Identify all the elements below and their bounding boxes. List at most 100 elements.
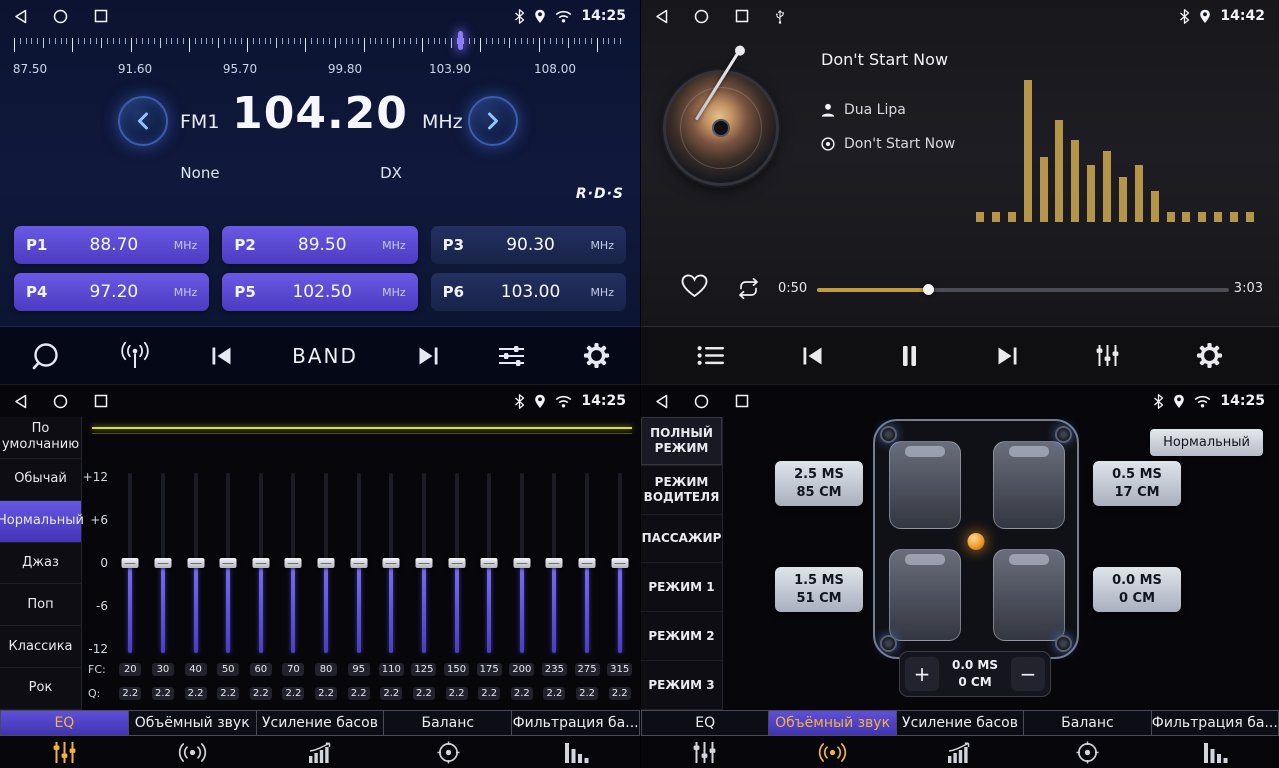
- playlist-button[interactable]: [697, 345, 724, 366]
- eq-band-110[interactable]: [375, 469, 408, 657]
- eq-slider-handle[interactable]: [285, 558, 302, 568]
- sf-mode-4[interactable]: РЕЖИМ 2: [641, 612, 722, 661]
- eq-band-30[interactable]: [147, 469, 180, 657]
- tune-up-button[interactable]: [468, 96, 518, 146]
- balance-icon[interactable]: [384, 741, 512, 764]
- balance-icon[interactable]: [1024, 741, 1152, 764]
- eq-slider-handle[interactable]: [154, 558, 171, 568]
- repeat-button[interactable]: [734, 278, 763, 303]
- back-button[interactable]: [655, 394, 668, 409]
- back-button[interactable]: [14, 394, 27, 409]
- delay-increase-button[interactable]: +: [905, 657, 939, 691]
- listening-position-marker[interactable]: [968, 533, 985, 550]
- seek-bar[interactable]: [817, 288, 1229, 292]
- bass-icon[interactable]: [256, 742, 384, 763]
- previous-station-button[interactable]: [209, 346, 234, 366]
- eq-icon[interactable]: [641, 741, 769, 764]
- eq-slider-handle[interactable]: [252, 558, 269, 568]
- sf-mode-0[interactable]: ПОЛНЫЙ РЕЖИМ: [641, 417, 722, 466]
- home-button[interactable]: [53, 9, 68, 24]
- sf-mode-5[interactable]: РЕЖИМ 3: [641, 661, 722, 710]
- home-button[interactable]: [694, 9, 709, 24]
- bass-icon[interactable]: [896, 742, 1024, 763]
- eq-band-95[interactable]: [342, 469, 375, 657]
- profile-button[interactable]: Нормальный: [1150, 429, 1263, 456]
- eq-band-175[interactable]: [473, 469, 506, 657]
- eq-slider-handle[interactable]: [350, 558, 367, 568]
- preset-button-p6[interactable]: P6103.00MHz: [431, 273, 626, 311]
- band-button[interactable]: BAND: [292, 344, 358, 368]
- eq-preset-item-0[interactable]: По умолчанию: [0, 417, 81, 459]
- audio-tab-4[interactable]: Фильтрация ба...: [512, 710, 640, 736]
- delay-front-left[interactable]: 2.5 MS 85 CM: [775, 461, 863, 506]
- preset-button-p3[interactable]: P390.30MHz: [431, 226, 626, 264]
- pause-button[interactable]: [900, 345, 919, 367]
- eq-slider-handle[interactable]: [220, 558, 237, 568]
- eq-slider-handle[interactable]: [318, 558, 335, 568]
- eq-band-50[interactable]: [212, 469, 245, 657]
- favorite-button[interactable]: [681, 274, 708, 302]
- eq-slider-handle[interactable]: [513, 558, 530, 568]
- audio-tab-1[interactable]: Объёмный звук: [129, 710, 257, 736]
- recents-button[interactable]: [94, 394, 108, 408]
- tune-down-button[interactable]: [118, 96, 168, 146]
- eq-band-40[interactable]: [179, 469, 212, 657]
- sf-mode-1[interactable]: РЕЖИМ ВОДИТЕЛЯ: [641, 466, 722, 515]
- scan-button[interactable]: [30, 341, 60, 371]
- eq-preset-item-4[interactable]: Поп: [0, 584, 81, 626]
- audio-tab-1[interactable]: Объёмный звук: [769, 710, 896, 736]
- preset-button-p5[interactable]: P5102.50MHz: [222, 273, 417, 311]
- eq-band-60[interactable]: [245, 469, 278, 657]
- delay-rear-right[interactable]: 0.0 MS 0 CM: [1093, 567, 1181, 612]
- eq-band-20[interactable]: [114, 469, 147, 657]
- preset-button-p2[interactable]: P289.50MHz: [222, 226, 417, 264]
- audio-tab-2[interactable]: Усиление басов: [257, 710, 385, 736]
- eq-band-200[interactable]: [506, 469, 539, 657]
- settings-button[interactable]: [1196, 342, 1223, 369]
- delay-rear-left[interactable]: 1.5 MS 51 CM: [775, 567, 863, 612]
- eq-slider-handle[interactable]: [122, 558, 139, 568]
- settings-button[interactable]: [583, 342, 610, 369]
- filter-icon[interactable]: [1151, 742, 1279, 763]
- eq-preset-item-3[interactable]: Джаз: [0, 543, 81, 585]
- delay-decrease-button[interactable]: −: [1011, 657, 1045, 691]
- eq-preset-item-5[interactable]: Классика: [0, 626, 81, 668]
- audio-tab-0[interactable]: EQ: [0, 710, 129, 736]
- eq-slider-handle[interactable]: [546, 558, 563, 568]
- audio-tab-3[interactable]: Баланс: [1024, 710, 1151, 736]
- equalizer-button[interactable]: [1095, 344, 1120, 367]
- sf-mode-3[interactable]: РЕЖИМ 1: [641, 563, 722, 612]
- recents-button[interactable]: [735, 394, 749, 408]
- eq-slider-handle[interactable]: [187, 558, 204, 568]
- eq-slider-handle[interactable]: [611, 558, 628, 568]
- eq-band-275[interactable]: [571, 469, 604, 657]
- seek-bar-thumb[interactable]: [923, 284, 934, 295]
- recents-button[interactable]: [94, 9, 108, 23]
- back-button[interactable]: [14, 9, 27, 24]
- eq-band-150[interactable]: [440, 469, 473, 657]
- eq-slider-handle[interactable]: [448, 558, 465, 568]
- eq-band-125[interactable]: [408, 469, 441, 657]
- back-button[interactable]: [655, 9, 668, 24]
- preset-button-p4[interactable]: P497.20MHz: [14, 273, 209, 311]
- dial-pointer[interactable]: [458, 31, 463, 50]
- audio-tab-3[interactable]: Баланс: [384, 710, 512, 736]
- auto-search-button[interactable]: [118, 342, 152, 369]
- eq-band-235[interactable]: [538, 469, 571, 657]
- eq-band-70[interactable]: [277, 469, 310, 657]
- eq-slider-handle[interactable]: [415, 558, 432, 568]
- preset-button-p1[interactable]: P188.70MHz: [14, 226, 209, 264]
- eq-preset-item-6[interactable]: Рок: [0, 668, 81, 710]
- home-button[interactable]: [694, 394, 709, 409]
- home-button[interactable]: [53, 394, 68, 409]
- eq-band-80[interactable]: [310, 469, 343, 657]
- eq-slider-handle[interactable]: [579, 558, 596, 568]
- next-track-button[interactable]: [995, 346, 1020, 366]
- recents-button[interactable]: [735, 9, 749, 23]
- filter-icon[interactable]: [512, 742, 640, 763]
- eq-icon[interactable]: [0, 741, 128, 764]
- audio-tab-2[interactable]: Усиление басов: [897, 710, 1024, 736]
- eq-preset-item-2[interactable]: Нормальный: [0, 501, 81, 543]
- audio-settings-button[interactable]: [498, 345, 525, 367]
- eq-preset-item-1[interactable]: Обычай: [0, 459, 81, 501]
